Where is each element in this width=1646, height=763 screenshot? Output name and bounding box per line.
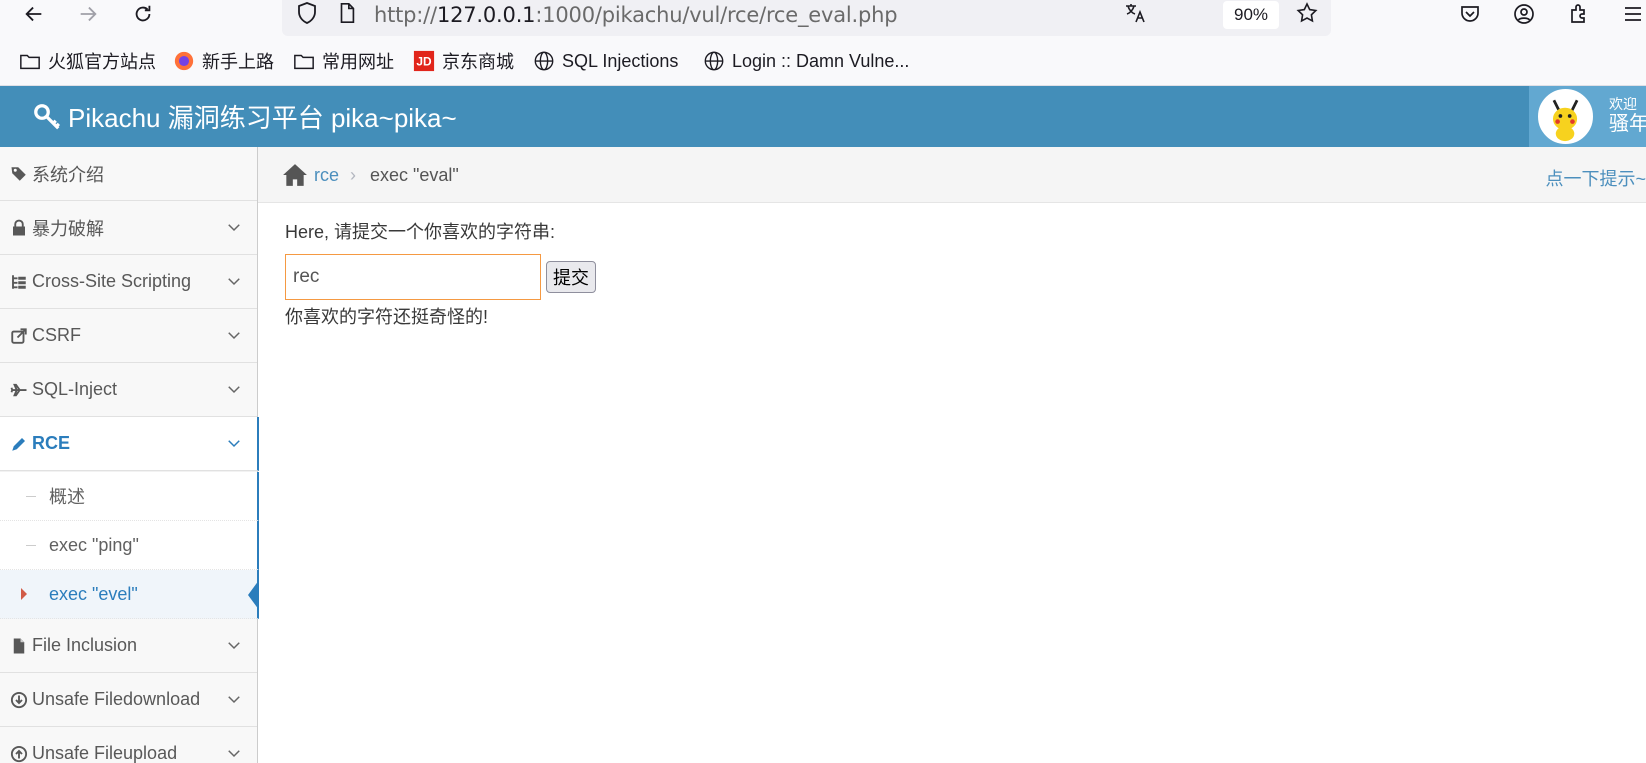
url-text[interactable]: http://127.0.0.1:1000/pikachu/vul/rce/rc… bbox=[374, 3, 898, 27]
pikachu-avatar-icon bbox=[1552, 99, 1579, 142]
bookmark-item[interactable]: 新手上路 bbox=[172, 48, 274, 74]
menu-icon[interactable] bbox=[1618, 0, 1646, 28]
shield-icon[interactable] bbox=[294, 0, 320, 26]
sidebar-item-sqli[interactable]: SQL-Inject bbox=[0, 363, 257, 417]
prompt-text: Here, 请提交一个你喜欢的字符串: bbox=[285, 222, 556, 242]
tags-icon bbox=[8, 165, 30, 183]
sidebar-item-file-inclusion[interactable]: File Inclusion bbox=[0, 619, 257, 673]
reload-button[interactable] bbox=[126, 0, 160, 28]
bookmark-item[interactable]: Login :: Damn Vulne... bbox=[702, 48, 909, 74]
sidebar-item-unsafe-filedownload[interactable]: Unsafe Filedownload bbox=[0, 673, 257, 727]
lock-icon bbox=[8, 219, 30, 237]
avatar bbox=[1538, 89, 1593, 144]
globe-icon bbox=[532, 49, 556, 73]
hint-link[interactable]: 点一下提示~ bbox=[1545, 165, 1646, 191]
jd-logo-icon: JD bbox=[412, 49, 436, 73]
pocket-icon[interactable] bbox=[1455, 0, 1485, 28]
pencil-icon bbox=[8, 435, 30, 453]
home-icon[interactable] bbox=[282, 163, 308, 187]
app-header: Pikachu 漏洞练习平台 pika~pika~ 欢迎 骚年 bbox=[0, 86, 1646, 147]
sidebar-subitem-exec-eval[interactable]: exec "evel" bbox=[0, 570, 259, 619]
chevron-down-icon bbox=[228, 696, 240, 704]
back-button[interactable] bbox=[17, 0, 51, 28]
share-square-icon bbox=[8, 327, 30, 345]
chevron-down-icon bbox=[228, 750, 240, 758]
submit-button[interactable]: 提交 bbox=[546, 261, 596, 293]
extensions-icon[interactable] bbox=[1564, 0, 1594, 28]
chevron-down-icon bbox=[228, 332, 240, 340]
key-icon bbox=[34, 103, 61, 129]
breadcrumb-link-rce[interactable]: rce bbox=[314, 165, 339, 186]
active-pointer-icon bbox=[248, 580, 259, 610]
upload-circle-icon bbox=[8, 745, 30, 763]
welcome-label: 欢迎 bbox=[1609, 96, 1637, 112]
sidebar-item-unsafe-fileupload[interactable]: Unsafe Fileupload bbox=[0, 727, 257, 763]
svg-text:JD: JD bbox=[416, 55, 432, 69]
sidebar-item-intro[interactable]: 系统介绍 bbox=[0, 147, 257, 201]
bookmarks-bar: 火狐官方站点 新手上路 常用网址 JD 京东商城 SQL Injections … bbox=[0, 36, 1646, 86]
zoom-level-button[interactable]: 90% bbox=[1223, 1, 1279, 29]
sitemap-icon bbox=[8, 273, 30, 291]
chevron-down-icon bbox=[228, 440, 240, 448]
user-menu[interactable]: 欢迎 骚年 bbox=[1529, 86, 1646, 147]
username: 骚年 bbox=[1609, 113, 1646, 135]
sidebar-subitem-overview[interactable]: 概述 bbox=[0, 472, 259, 521]
page-icon[interactable] bbox=[334, 0, 360, 26]
bookmark-item[interactable]: SQL Injections bbox=[532, 48, 678, 74]
folder-icon bbox=[18, 49, 42, 73]
sidebar-subitem-exec-ping[interactable]: exec "ping" bbox=[0, 521, 259, 570]
sidebar-item-csrf[interactable]: CSRF bbox=[0, 309, 257, 363]
forward-arrow-icon bbox=[80, 6, 97, 22]
file-icon bbox=[8, 637, 30, 655]
string-input[interactable]: rec bbox=[285, 254, 541, 300]
chevron-down-icon bbox=[228, 224, 240, 232]
browser-toolbar: http://127.0.0.1:1000/pikachu/vul/rce/rc… bbox=[0, 0, 1646, 36]
plane-icon bbox=[8, 381, 30, 399]
breadcrumb-current: exec "eval" bbox=[370, 165, 459, 185]
breadcrumb-separator-icon: › bbox=[350, 165, 356, 185]
account-icon[interactable] bbox=[1509, 0, 1539, 28]
bookmark-item[interactable]: 火狐官方站点 bbox=[18, 48, 156, 74]
sidebar: 系统介绍 暴力破解 Cross-Site Scripting CSRF SQL-… bbox=[0, 147, 259, 763]
caret-right-icon bbox=[21, 588, 27, 600]
url-bar[interactable]: http://127.0.0.1:1000/pikachu/vul/rce/rc… bbox=[282, 0, 1331, 36]
translate-icon[interactable] bbox=[1122, 0, 1148, 26]
bookmark-item[interactable]: JD 京东商城 bbox=[412, 48, 514, 74]
chevron-down-icon bbox=[228, 278, 240, 286]
sidebar-item-bruteforce[interactable]: 暴力破解 bbox=[0, 201, 257, 255]
reload-icon bbox=[135, 5, 151, 22]
download-circle-icon bbox=[8, 691, 30, 709]
chevron-down-icon bbox=[228, 642, 240, 650]
chevron-down-icon bbox=[228, 386, 240, 394]
breadcrumb: rce › exec "eval" 点一下提示~ bbox=[258, 147, 1646, 203]
star-icon[interactable] bbox=[1294, 0, 1320, 26]
firefox-icon bbox=[172, 49, 196, 73]
forward-button[interactable] bbox=[71, 0, 105, 28]
bookmark-item[interactable]: 常用网址 bbox=[292, 48, 394, 74]
folder-icon bbox=[292, 49, 316, 73]
sidebar-item-rce[interactable]: RCE bbox=[0, 417, 259, 471]
sidebar-item-xss[interactable]: Cross-Site Scripting bbox=[0, 255, 257, 309]
globe-icon bbox=[702, 49, 726, 73]
back-arrow-icon bbox=[25, 6, 42, 22]
result-message: 你喜欢的字符还挺奇怪的! bbox=[285, 307, 488, 327]
app-title[interactable]: Pikachu 漏洞练习平台 pika~pika~ bbox=[32, 98, 457, 135]
